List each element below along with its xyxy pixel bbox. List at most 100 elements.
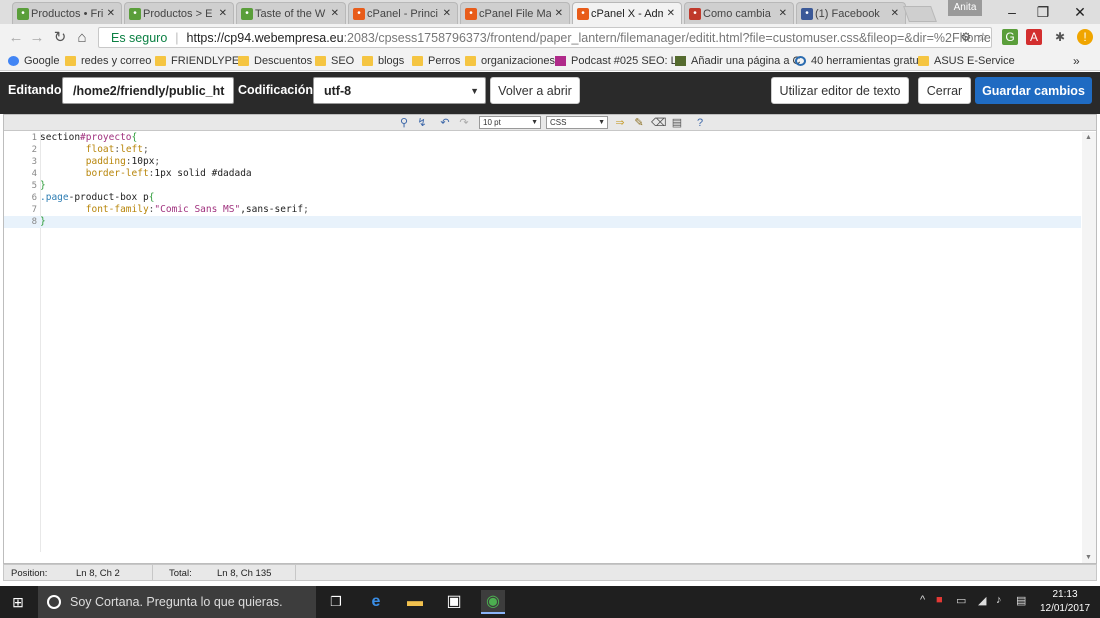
code-line[interactable]: 6 .page-product-box p{ [4, 192, 1081, 204]
bookmark-label: Podcast #025 SEO: Lin [571, 55, 686, 67]
tray-keyboard-icon[interactable]: ▭ [956, 594, 966, 607]
facebook-icon: • [801, 8, 813, 20]
task-view-icon[interactable]: ❐ [324, 590, 348, 614]
bookmark-1[interactable]: Google [8, 53, 59, 69]
cortana-search[interactable]: Soy Cortana. Pregunta lo que quieras. [38, 586, 316, 618]
redo-icon[interactable]: ↷ [457, 116, 471, 130]
reload-icon[interactable]: ↻ [50, 28, 70, 48]
bookmarks-more-icon[interactable]: » [1073, 53, 1080, 69]
tab-4[interactable]: • cPanel - Princi ✕ [348, 2, 458, 24]
close-tab-icon[interactable]: ✕ [555, 8, 563, 19]
bookmark-12[interactable]: ASUS E-Service [918, 53, 1015, 69]
scroll-down-icon[interactable]: ▼ [1085, 554, 1092, 561]
file-explorer-icon[interactable]: ▬ [403, 590, 427, 614]
tab-6[interactable]: • cPanel X - Adm ✕ [572, 2, 682, 24]
close-tab-icon[interactable]: ✕ [667, 8, 675, 19]
volume-icon[interactable]: ♪ [996, 594, 1002, 606]
new-tab-button[interactable] [903, 6, 937, 22]
extension-icon[interactable]: G [1002, 29, 1018, 45]
bookmark-7[interactable]: Perros [412, 53, 460, 69]
font-size-select[interactable]: 10 pt ▼ [479, 116, 541, 129]
vertical-scrollbar[interactable]: ▲ ▼ [1082, 132, 1096, 563]
close-tab-icon[interactable]: ✕ [443, 8, 451, 19]
go-to-line-icon[interactable]: ↯ [415, 116, 429, 130]
highlight-icon[interactable]: ⇒ [613, 116, 627, 130]
tray-app-icon[interactable]: ■ [936, 594, 943, 606]
star-icon[interactable]: ☆ [975, 29, 991, 45]
chrome-icon[interactable]: ◉ [481, 590, 505, 614]
close-tab-icon[interactable]: ✕ [891, 8, 899, 19]
translate-icon[interactable]: ⚙ [958, 29, 974, 45]
forward-icon[interactable]: → [27, 28, 47, 48]
page-icon [675, 56, 686, 66]
code-line[interactable]: 4 border-left:1px solid #dadada [4, 168, 1081, 180]
folder-icon [412, 56, 423, 66]
tab-label: (1) Facebook [815, 7, 880, 20]
code-line[interactable]: 3 padding:10px; [4, 156, 1081, 168]
reset-highlight-icon[interactable]: ✎ [632, 116, 646, 130]
profile-button[interactable]: Anita [948, 0, 982, 16]
close-tab-icon[interactable]: ✕ [107, 8, 115, 19]
windows-start-icon[interactable]: ⊞ [6, 590, 30, 614]
line-content: font-family:"Comic Sans MS",sans-serif; [40, 204, 309, 216]
close-tab-icon[interactable]: ✕ [331, 8, 339, 19]
code-line[interactable]: 1 section#proyecto{ [4, 132, 1081, 144]
restore-button[interactable]: ❐ [1025, 0, 1061, 24]
code-line[interactable]: 2 float:left; [4, 144, 1081, 156]
code-area[interactable]: 1 section#proyecto{2 float:left; 3 padding… [4, 132, 1081, 552]
undo-icon[interactable]: ↶ [438, 116, 452, 130]
close-window-button[interactable]: ✕ [1062, 0, 1098, 24]
tab-3[interactable]: • Taste of the W ✕ [236, 2, 346, 24]
tab-7[interactable]: • Como cambia ✕ [684, 2, 794, 24]
encoding-select[interactable]: utf-8 ▼ [313, 77, 486, 104]
bookmark-4[interactable]: Descuentos [238, 53, 312, 69]
bookmark-10[interactable]: Añadir una página a C [675, 53, 800, 69]
close-tab-icon[interactable]: ✕ [779, 8, 787, 19]
bookmark-8[interactable]: organizaciones [465, 53, 555, 69]
tab-1[interactable]: • Productos • Fri ✕ [12, 2, 122, 24]
reopen-button[interactable]: Volver a abrir [490, 77, 580, 104]
scroll-up-icon[interactable]: ▲ [1085, 134, 1092, 141]
bookmark-label: SEO [331, 55, 355, 67]
bookmark-2[interactable]: redes y correo [65, 53, 151, 69]
pdf-extension-icon[interactable]: A [1026, 29, 1042, 45]
bookmark-9[interactable]: Podcast #025 SEO: Lin [555, 53, 685, 69]
tab-5[interactable]: • cPanel File Ma ✕ [460, 2, 570, 24]
code-line[interactable]: 5} [4, 180, 1081, 192]
code-token: 1px solid [154, 168, 212, 179]
line-content: border-left:1px solid #dadada [40, 168, 252, 180]
notifications-icon[interactable]: ▤ [1016, 594, 1026, 607]
edge-icon[interactable]: e [364, 590, 388, 614]
text-editor-button[interactable]: Utilizar editor de texto [771, 77, 909, 104]
save-button[interactable]: Guardar cambios [975, 77, 1092, 104]
bookmark-3[interactable]: FRIENDLYPET [155, 53, 246, 69]
search-icon[interactable]: ⚲ [397, 116, 411, 130]
tray-chevron-icon[interactable]: ^ [920, 594, 925, 606]
bookmark-6[interactable]: blogs [362, 53, 404, 69]
editor-status-bar: Position: Ln 8, Ch 2 Total: Ln 8, Ch 135 [3, 564, 1097, 581]
bookmark-11[interactable]: 40 herramientas gratu [795, 53, 919, 69]
menu-alert-icon[interactable]: ! [1077, 29, 1093, 45]
back-icon[interactable]: ← [6, 28, 26, 48]
system-clock[interactable]: 21:13 12/01/2017 [1036, 588, 1094, 616]
store-icon[interactable]: ▣ [442, 590, 466, 614]
eraser-icon[interactable]: ⌫ [651, 116, 667, 130]
tab-label: Productos > E [143, 7, 213, 20]
puzzle-icon[interactable]: ✱ [1052, 29, 1068, 45]
bookmark-5[interactable]: SEO [315, 53, 354, 69]
code-line[interactable]: 7 font-family:"Comic Sans MS",sans-serif… [4, 204, 1081, 216]
close-button[interactable]: Cerrar [918, 77, 971, 104]
code-line[interactable]: 8} [4, 216, 1081, 228]
help-icon[interactable]: ? [693, 116, 707, 130]
tab-8[interactable]: • (1) Facebook ✕ [796, 2, 906, 24]
toggle-editor-icon[interactable]: ▤ [670, 116, 684, 130]
file-path-field[interactable]: /home2/friendly/public_ht [62, 77, 234, 104]
tab-2[interactable]: • Productos > E ✕ [124, 2, 234, 24]
address-bar[interactable]: Es seguro | https://cp94.webempresa.eu:2… [98, 27, 992, 48]
wifi-icon[interactable]: ◢ [978, 594, 986, 607]
code-token: .page [40, 192, 69, 203]
home-icon[interactable]: ⌂ [72, 28, 92, 48]
line-number: 2 [31, 145, 37, 155]
close-tab-icon[interactable]: ✕ [219, 8, 227, 19]
syntax-select[interactable]: CSS ▼ [546, 116, 608, 129]
